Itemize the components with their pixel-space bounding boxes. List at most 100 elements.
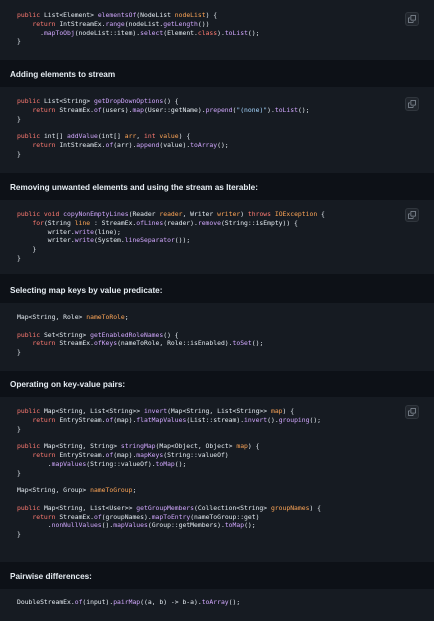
code-token: nameToGroup [90,486,133,495]
copy-button[interactable] [405,12,419,26]
code-token: pairMap [113,598,141,606]
code-token: DoubleStreamEx. [17,598,75,606]
code-token: line [74,218,91,227]
code-token: Set<String> [43,330,91,339]
code-token: range [105,19,125,28]
code-line: DoubleStreamEx.of(input).pairMap((a, b) … [17,598,240,606]
code-token: copyNonEmptyLines [63,210,129,218]
copy-button[interactable] [405,97,419,111]
code-token: nodeList [174,11,206,19]
copy-button[interactable] [405,208,419,222]
code-line: Map<String, Role> nameToRole; [17,313,129,321]
copy-button[interactable] [405,405,419,419]
code-token: (String::isEmpty)) { [220,218,298,227]
code-line: } [17,245,36,253]
code-token: writer. [17,227,75,236]
code-token: int[] [43,132,68,141]
code-line: .mapToObj(nodeList::item).select(Element… [17,29,259,37]
code-token: ) { [309,503,321,512]
code-token: nameToRole [86,313,125,321]
code-token: } [17,424,21,433]
code-line: .nonNullValues().mapValues(Group::getMem… [17,521,256,529]
code-token: EntryStream. [59,415,106,424]
code-token: Map<String, List<String>> [43,407,144,415]
code-token: public [17,132,44,141]
code-line: return IntStreamEx.of(arr).append(value)… [17,140,229,149]
code-token: ((a, b) -> b-a). [140,598,202,606]
code-block-pairwise-differences: DoubleStreamEx.of(input).pairMap((a, b) … [0,589,434,621]
code-token: return [32,19,60,28]
code-token: (value). [159,140,191,149]
code-line: public Map<String, String> stringMap(Map… [17,442,259,450]
code-token: mapValues [51,459,87,468]
code-token: (String::valueOf). [86,459,156,468]
code-token: append [136,140,160,149]
code-content: Map<String, Role> nameToRole; public Set… [17,303,434,357]
code-token: (line); [93,227,121,236]
code-line: public List<String> getDropDownOptions()… [17,97,179,105]
code-token: toSet [232,339,252,348]
section-heading-selecting-map-keys: Selecting map keys by value predicate: [10,286,163,295]
code-token: (map). [113,415,137,424]
code-token: invert [143,407,168,415]
code-token: map [270,407,283,415]
code-token: public [17,11,44,19]
code-token: ). [267,105,275,114]
code-block-key-value-pairs: public Map<String, List<String>> invert(… [0,397,434,562]
code-token: throws [247,210,275,218]
code-token: Map<String, String> [43,442,121,451]
code-line: return IntStreamEx.range(nodeList.getLen… [17,20,209,28]
code-token: (User::getName). [144,105,206,114]
code-token: StreamEx. [59,105,94,114]
code-token: . [17,28,44,37]
code-token: return [32,512,60,521]
code-line: } [17,254,21,262]
code-token: (); [297,105,310,114]
code-token: toMap [155,459,175,468]
code-token: public [17,97,44,105]
code-token: remove [197,218,221,227]
code-token: (input). [82,598,114,606]
code-block-adding-elements: public List<String> getDropDownOptions()… [0,87,434,173]
code-line: public List<Element> elementsOf(NodeList… [17,11,217,19]
code-token: { [317,210,325,218]
code-token: Map<String, List<User>> [43,503,137,512]
code-token: } [17,37,21,46]
code-token: write [74,236,94,245]
code-token: (); [174,459,187,468]
code-line: for(String line : StreamEx.ofLines(reade… [17,219,298,227]
code-token: (String::valueOf) [163,450,229,459]
code-token: elementsOf [97,11,137,19]
code-token: for [32,218,44,227]
code-token: } [17,468,21,477]
code-line: } [17,37,21,45]
code-token: return [32,450,60,459]
code-line: public void copyNonEmptyLines(Reader rea… [17,210,325,218]
code-line: } [17,348,21,356]
code-token: (); [217,140,229,149]
code-line: return StreamEx.of(groupNames).mapToEntr… [17,513,259,521]
code-line: .mapValues(String::valueOf).toMap(); [17,459,187,468]
code-token: (System. [93,236,125,245]
code-token: addValue [67,132,98,141]
code-token: , Writer [182,210,218,218]
code-token: } [17,149,21,158]
code-token: mapToEntry [151,512,191,521]
code-token: IntStreamEx. [59,140,106,149]
code-token: mapToObj [43,28,75,37]
code-token: invert [244,415,268,424]
code-line: writer.write(System.lineSeparator()); [17,236,190,244]
code-token: ofKeys [93,339,118,348]
code-token: Map<String, Role> [17,313,87,321]
code-token: (NodeList [136,11,175,19]
code-token: Map<String, Group> [17,486,91,495]
code-token: (); [244,521,256,530]
code-token: public [17,442,44,451]
code-token: (List::stream). [186,415,245,424]
code-token: (String [43,218,75,227]
code-token: toList [224,28,248,37]
